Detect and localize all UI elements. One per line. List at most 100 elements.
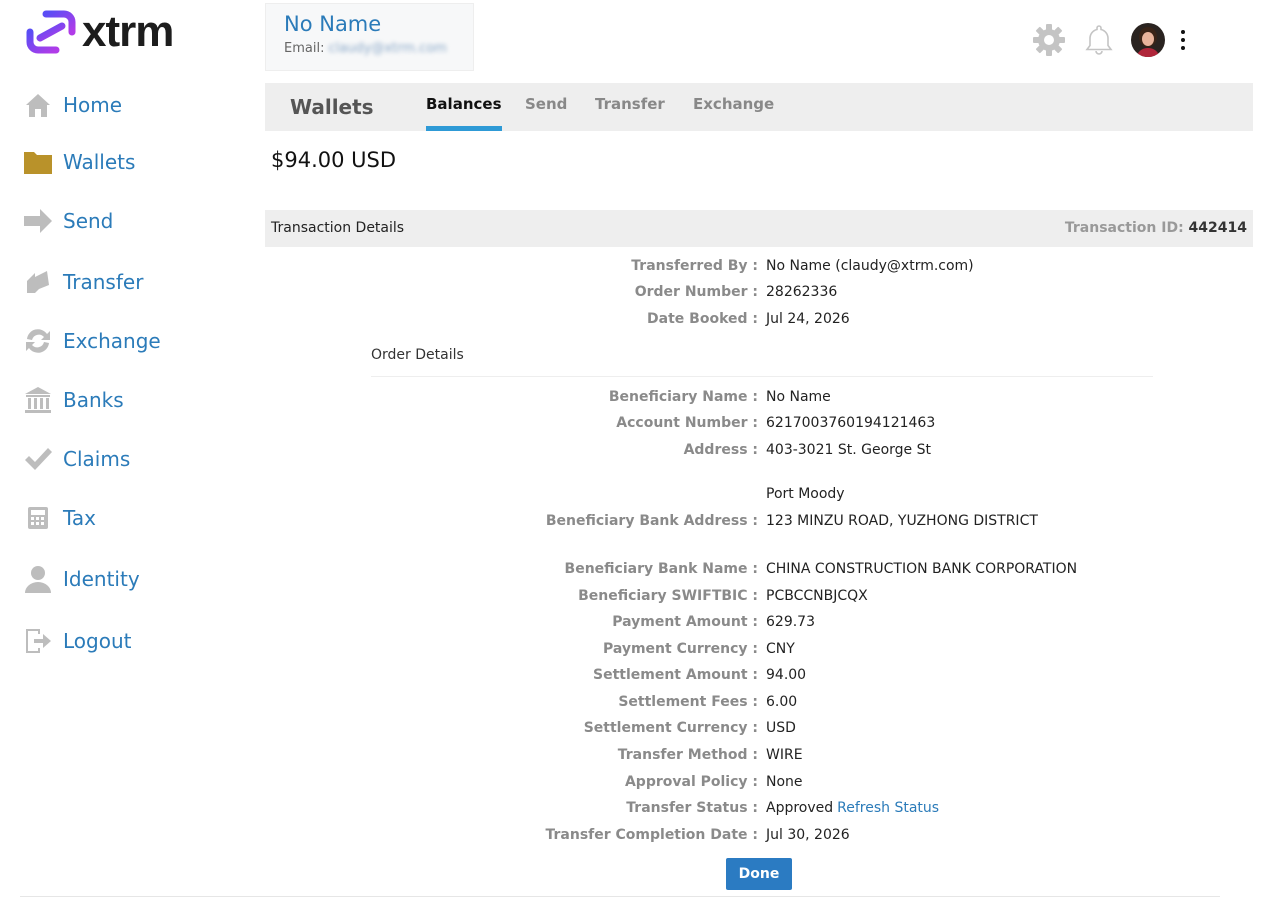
sidebar-item-label: Home <box>63 93 123 117</box>
sidebar-item-label: Exchange <box>63 329 161 353</box>
detail-label: Beneficiary SWIFTBIC : <box>578 588 758 604</box>
detail-value: 28262336 <box>766 284 838 300</box>
detail-row-bank-address: Beneficiary Bank Address : 123 MINZU ROA… <box>265 510 1253 532</box>
detail-label: Beneficiary Bank Name : <box>564 561 758 577</box>
detail-value: CNY <box>766 641 795 657</box>
home-icon <box>22 89 54 121</box>
sidebar-item-claims[interactable]: Claims <box>22 439 130 479</box>
detail-row-settlement-currency: Settlement Currency : USD <box>265 717 1253 739</box>
detail-label: Transferred By : <box>631 258 758 274</box>
detail-value: 123 MINZU ROAD, YUZHONG DISTRICT <box>766 513 1038 529</box>
tab-balances[interactable]: Balances <box>426 95 502 131</box>
sidebar-item-send[interactable]: Send <box>22 201 113 241</box>
transfer-status-value: Approved <box>766 800 834 816</box>
sidebar-item-label: Transfer <box>63 270 144 294</box>
detail-label: Beneficiary Name : <box>608 389 758 405</box>
detail-value: CHINA CONSTRUCTION BANK CORPORATION <box>766 561 1078 577</box>
user-card: No Name Email: claudy@xtrm.com <box>265 3 474 71</box>
detail-value: None <box>766 774 803 790</box>
refresh-status-link[interactable]: Refresh Status <box>837 800 939 816</box>
sidebar-item-label: Claims <box>63 447 131 471</box>
footer-divider <box>20 896 1220 897</box>
order-details-divider <box>371 376 1153 377</box>
detail-label: Beneficiary Bank Address : <box>545 513 758 529</box>
detail-row-settlement-fees: Settlement Fees : 6.00 <box>265 691 1253 713</box>
detail-row-beneficiary-name: Beneficiary Name : No Name <box>265 386 1253 408</box>
exchange-icon <box>22 325 54 357</box>
sidebar-item-wallets[interactable]: Wallets <box>22 142 135 182</box>
detail-row-address-city: Port Moody <box>265 483 1253 505</box>
tab-send[interactable]: Send <box>525 95 567 131</box>
transaction-id-value: 442414 <box>1188 220 1247 236</box>
person-icon <box>22 563 54 595</box>
detail-row-order-number: Order Number : 28262336 <box>265 281 1253 303</box>
detail-label: Transfer Status : <box>626 800 758 816</box>
transfer-icon <box>22 266 54 298</box>
gear-icon[interactable] <box>1031 22 1067 58</box>
detail-label: Transfer Completion Date : <box>545 827 758 843</box>
folder-icon <box>22 146 54 178</box>
sidebar-item-label: Identity <box>63 567 140 591</box>
bell-icon[interactable] <box>1081 22 1117 58</box>
detail-value: USD <box>766 720 796 736</box>
checkmark-icon <box>22 443 54 475</box>
transaction-details-title: Transaction Details <box>271 220 405 236</box>
detail-row-transfer-status: Transfer Status : Approved Refresh Status <box>265 797 1253 819</box>
sidebar-item-identity[interactable]: Identity <box>22 559 140 599</box>
arrow-right-icon <box>22 205 54 237</box>
bank-icon <box>22 384 54 416</box>
wallet-balance: $94.00 USD <box>271 148 397 172</box>
avatar[interactable] <box>1131 23 1165 57</box>
detail-row-approval-policy: Approval Policy : None <box>265 771 1253 793</box>
detail-value-group: Approved Refresh Status <box>766 797 939 819</box>
tab-exchange[interactable]: Exchange <box>693 95 774 131</box>
calculator-icon <box>22 502 54 534</box>
sidebar-item-label: Banks <box>63 388 124 412</box>
more-menu-icon[interactable] <box>1177 28 1189 52</box>
transaction-id-label: Transaction ID: <box>1064 220 1184 236</box>
detail-row-transfer-method: Transfer Method : WIRE <box>265 744 1253 766</box>
detail-label: Order Number : <box>634 284 758 300</box>
detail-label: Approval Policy : <box>624 774 758 790</box>
logout-icon <box>22 625 54 657</box>
detail-row-payment-amount: Payment Amount : 629.73 <box>265 611 1253 633</box>
email-label: Email: <box>284 41 325 56</box>
detail-value: 6217003760194121463 <box>766 415 936 431</box>
detail-row-swiftbic: Beneficiary SWIFTBIC : PCBCCNBJCQX <box>265 585 1253 607</box>
detail-value: No Name <box>766 389 831 405</box>
detail-value: PCBCCNBJCQX <box>766 588 868 604</box>
transaction-details-header: Transaction Details Transaction ID: 4424… <box>265 210 1253 247</box>
tab-transfer[interactable]: Transfer <box>595 95 665 131</box>
section-title: Wallets <box>290 95 374 119</box>
detail-row-date-booked: Date Booked : Jul 24, 2026 <box>265 308 1253 330</box>
detail-value: 403-3021 St. George St <box>766 442 931 458</box>
detail-label: Payment Amount : <box>612 614 758 630</box>
detail-label: Date Booked : <box>647 311 758 327</box>
detail-value: Jul 30, 2026 <box>766 827 850 843</box>
user-email-row: Email: claudy@xtrm.com <box>284 41 473 56</box>
sidebar-item-tax[interactable]: Tax <box>22 498 96 538</box>
done-button[interactable]: Done <box>726 858 792 890</box>
detail-value: Jul 24, 2026 <box>766 311 850 327</box>
wallet-tabbar: Wallets Balances Send Transfer Exchange <box>265 83 1253 131</box>
detail-value: Port Moody <box>766 486 845 502</box>
detail-value: 6.00 <box>766 694 798 710</box>
sidebar-item-transfer[interactable]: Transfer <box>22 262 143 302</box>
detail-row-payment-currency: Payment Currency : CNY <box>265 638 1253 660</box>
sidebar-item-exchange[interactable]: Exchange <box>22 321 161 361</box>
detail-label: Payment Currency : <box>602 641 758 657</box>
detail-row-completion-date: Transfer Completion Date : Jul 30, 2026 <box>265 824 1253 846</box>
sidebar-item-home[interactable]: Home <box>22 85 122 125</box>
xtrm-logo-icon <box>26 10 76 54</box>
detail-label: Transfer Method : <box>617 747 758 763</box>
detail-label: Settlement Amount : <box>592 667 758 683</box>
detail-row-account-number: Account Number : 6217003760194121463 <box>265 412 1253 434</box>
sidebar-item-label: Tax <box>63 506 96 530</box>
xtrm-logo[interactable]: xtrm <box>26 8 174 56</box>
detail-value: No Name (claudy@xtrm.com) <box>766 258 974 274</box>
transaction-id: Transaction ID: 442414 <box>1065 220 1247 236</box>
detail-row-address: Address : 403-3021 St. George St <box>265 439 1253 461</box>
detail-label: Address : <box>683 442 758 458</box>
sidebar-item-banks[interactable]: Banks <box>22 380 124 420</box>
sidebar-item-logout[interactable]: Logout <box>22 621 131 661</box>
